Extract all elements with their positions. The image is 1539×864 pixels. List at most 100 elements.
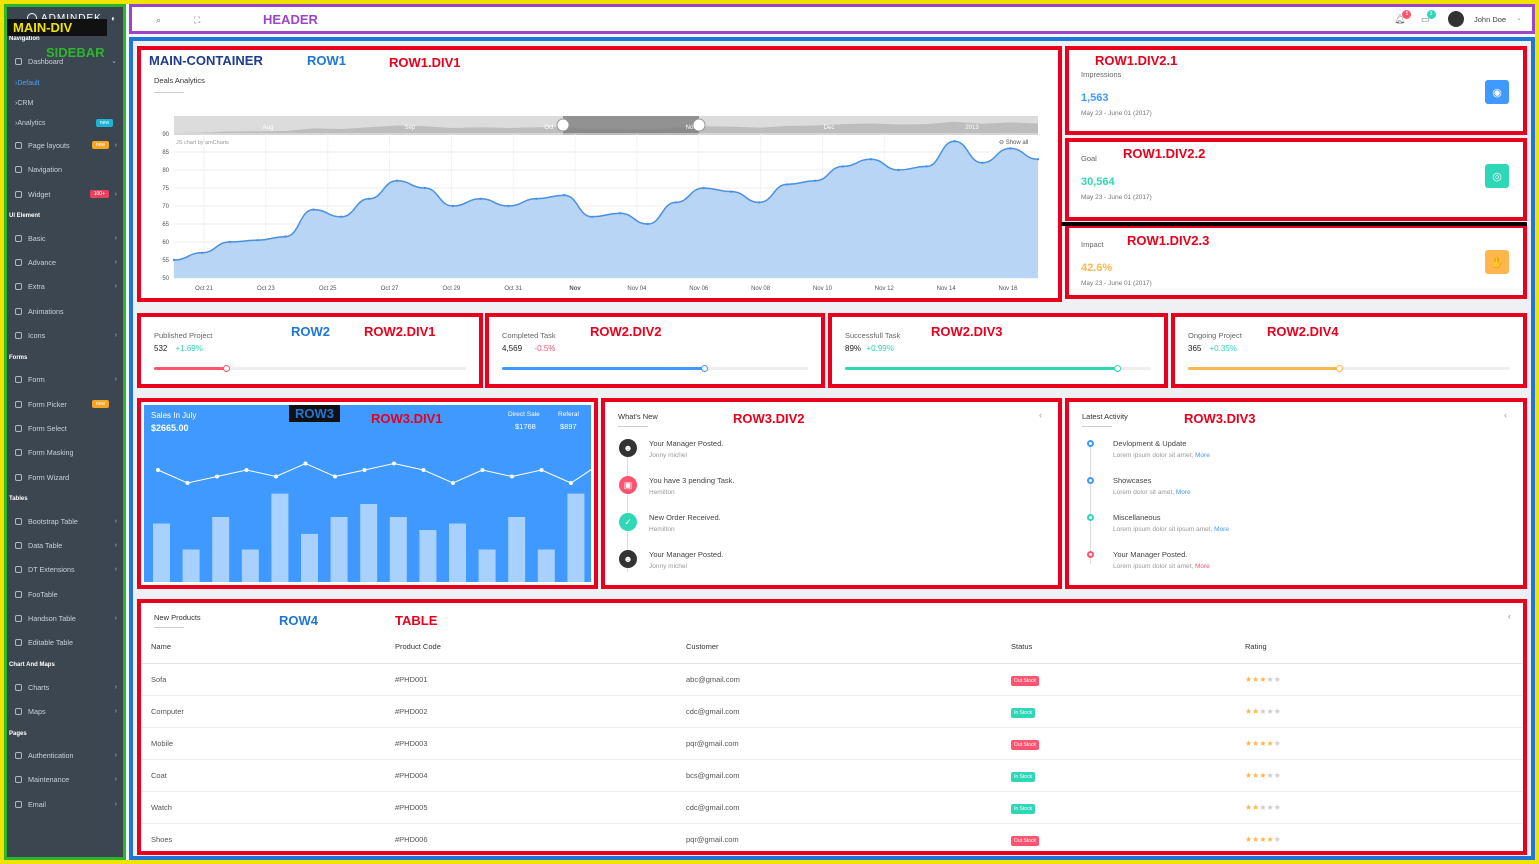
avatar[interactable] xyxy=(1448,11,1464,27)
sales-chart[interactable] xyxy=(144,405,591,582)
scrollbar-grip[interactable] xyxy=(556,118,570,132)
column-header[interactable]: Name xyxy=(141,631,385,664)
search-icon[interactable]: ⌕ xyxy=(156,15,161,26)
sidebar-item-icons[interactable]: Icons › xyxy=(7,323,123,347)
sidebar-item-bootstrap-table[interactable]: Bootstrap Table › xyxy=(7,509,123,533)
sidebar-item-widget[interactable]: Widget 100+ › xyxy=(7,182,123,206)
y-tick-label: 65 xyxy=(162,222,169,228)
more-link[interactable]: More xyxy=(1195,452,1210,459)
sidebar-item-authentication[interactable]: Authentication › xyxy=(7,744,123,768)
sales-point xyxy=(480,468,485,472)
sidebar-item-basic[interactable]: Basic › xyxy=(7,226,123,250)
progress-handle[interactable] xyxy=(222,365,230,372)
sidebar-item-label: Handson Table xyxy=(28,613,76,623)
column-header[interactable]: Product Code xyxy=(385,631,676,664)
timeline-item[interactable]: ✓ New Order Received. Hemilton xyxy=(605,513,1058,550)
chart-credit[interactable]: JS chart by amCharts xyxy=(176,140,229,146)
deals-chart[interactable]: Aug Sep Oct Nov Dec 2013 50 55 60 65 70 75 80 85 90 Oct… xyxy=(141,50,1058,298)
sidebar-item-advance[interactable]: Advance › xyxy=(7,250,123,274)
sidebar-subitem-analytics[interactable]: › Analytics new xyxy=(7,113,123,133)
sidebar-item-form-select[interactable]: Form Select xyxy=(7,416,123,440)
activity-dot xyxy=(1087,440,1094,447)
timeline-subtitle: Jonny michel xyxy=(649,563,687,570)
progress-handle[interactable] xyxy=(700,365,708,372)
target-icon[interactable]: ◎ xyxy=(1485,164,1509,188)
y-tick-label: 55 xyxy=(162,258,169,264)
star-icon: ★ xyxy=(1273,706,1281,716)
collapse-icon[interactable]: ‹ xyxy=(1504,410,1507,420)
star-icon: ★ xyxy=(1259,770,1267,780)
customer-email: abc@gmail.com xyxy=(676,663,1001,696)
progress-handle[interactable] xyxy=(1114,365,1122,372)
more-link[interactable]: More xyxy=(1214,526,1229,533)
sidebar-item-footable[interactable]: FooTable xyxy=(7,582,123,606)
message-icon[interactable]: ▭ 3 xyxy=(1421,10,1436,25)
sidebar-item-label: Email xyxy=(28,799,46,809)
scroll-label: Nov xyxy=(686,125,697,131)
sidebar-item-dt-extensions[interactable]: DT Extensions › xyxy=(7,558,123,582)
more-link[interactable]: More xyxy=(1176,489,1191,496)
row1-div1-annotation: ROW1.DIV1 xyxy=(389,55,461,70)
sidebar-subitem-default[interactable]: › Default xyxy=(7,73,123,93)
x-tick-label: Oct 31 xyxy=(504,286,522,292)
divider xyxy=(1061,222,1527,226)
sales-point xyxy=(185,481,190,485)
sidebar-item-label: Form Picker xyxy=(28,399,67,409)
sidebar-item-form-masking[interactable]: Form Masking xyxy=(7,441,123,465)
menu-icon xyxy=(15,752,22,760)
timeline-item[interactable]: ▣ You have 3 pending Task. Hemilton xyxy=(605,476,1058,513)
timeline-item[interactable]: ☻ Your Manager Posted. Jonny michel xyxy=(605,550,1058,585)
table-row[interactable]: Sofa #PHD001 abc@gmail.com Out Stock ★★★★★ xyxy=(141,663,1523,696)
sidebar-item-charts[interactable]: Charts › xyxy=(7,675,123,699)
table-row[interactable]: Computer #PHD002 cdc@gmail.com In Stock ★★★★… xyxy=(141,695,1523,728)
more-link[interactable]: More xyxy=(1195,563,1210,570)
eye-icon[interactable]: ◉ xyxy=(1485,80,1509,104)
show-all-button[interactable]: ⊖ Show all xyxy=(999,139,1028,146)
sidebar-item-form[interactable]: Form › xyxy=(7,368,123,392)
sidebar-section-title: Chart And Maps xyxy=(9,661,55,668)
bell-icon[interactable]: 🔔︎ 5 xyxy=(1394,10,1412,25)
activity-dot xyxy=(1087,477,1094,484)
fullscreen-icon[interactable]: ⛶ xyxy=(194,15,200,26)
sidebar-item-handson-table[interactable]: Handson Table › xyxy=(7,606,123,630)
timeline-item[interactable]: ☻ Your Manager Posted. Jonny michel xyxy=(605,439,1058,476)
column-header[interactable]: Status xyxy=(1001,631,1235,664)
sidebar-subitem-label: CRM xyxy=(17,99,34,107)
sidebar-item-maintenance[interactable]: Maintenance › xyxy=(7,768,123,792)
sidebar-item-data-table[interactable]: Data Table › xyxy=(7,533,123,557)
menu-icon xyxy=(15,776,22,784)
product-code: #PHD004 xyxy=(385,759,676,792)
data-point xyxy=(312,208,315,211)
sidebar-subitem-crm[interactable]: › CRM xyxy=(7,93,123,113)
collapse-icon[interactable]: ‹ xyxy=(1508,611,1511,621)
column-header[interactable]: Rating xyxy=(1235,631,1523,664)
user-name[interactable]: John Doe xyxy=(1474,15,1506,24)
sidebar-subitem-label: Analytics xyxy=(17,119,46,127)
toggle-icon[interactable]: ◐ xyxy=(111,14,117,23)
sidebar-item-form-wizard[interactable]: Form Wizard xyxy=(7,465,123,489)
sidebar-item-maps[interactable]: Maps › xyxy=(7,699,123,723)
stat-date-range: May 23 - June 01 (2017) xyxy=(1081,280,1152,287)
product-name: Coat xyxy=(141,759,385,792)
hand-icon[interactable]: ✋ xyxy=(1485,250,1509,274)
column-header[interactable]: Customer xyxy=(676,631,1001,664)
menu-icon xyxy=(15,400,22,408)
table-row[interactable]: Watch #PHD005 cdc@gmail.com In Stock ★★★★★ xyxy=(141,791,1523,824)
sidebar-item-form-picker[interactable]: Form Picker new xyxy=(7,392,123,416)
progress-handle[interactable] xyxy=(1336,365,1344,372)
table-row[interactable]: Coat #PHD004 bcs@gmail.com In Stock ★★★★★ xyxy=(141,759,1523,792)
sidebar-item-extra[interactable]: Extra › xyxy=(7,275,123,299)
sidebar-item-label: Data Table xyxy=(28,541,63,551)
chevron-down-icon[interactable]: ⌄ xyxy=(1516,14,1522,22)
sidebar-item-page-layouts[interactable]: Page layouts new › xyxy=(7,133,123,157)
collapse-icon[interactable]: ‹ xyxy=(1039,410,1042,420)
sidebar-item-email[interactable]: Email › xyxy=(7,792,123,816)
table-row[interactable]: Mobile #PHD003 pqr@gmail.com Out Stock ★★★★★ xyxy=(141,727,1523,760)
x-tick-label: Oct 21 xyxy=(195,286,213,292)
sidebar-item-animations[interactable]: Animations xyxy=(7,299,123,323)
sidebar-item-navigation[interactable]: Navigation xyxy=(7,158,123,182)
scrollbar-selection[interactable] xyxy=(563,116,699,135)
sidebar-item-editable-table[interactable]: Editable Table xyxy=(7,631,123,655)
x-tick-label: Oct 25 xyxy=(319,286,337,292)
table-row[interactable]: Shoes #PHD006 pqr@gmail.com Out Stock ★★★★★ xyxy=(141,823,1523,851)
